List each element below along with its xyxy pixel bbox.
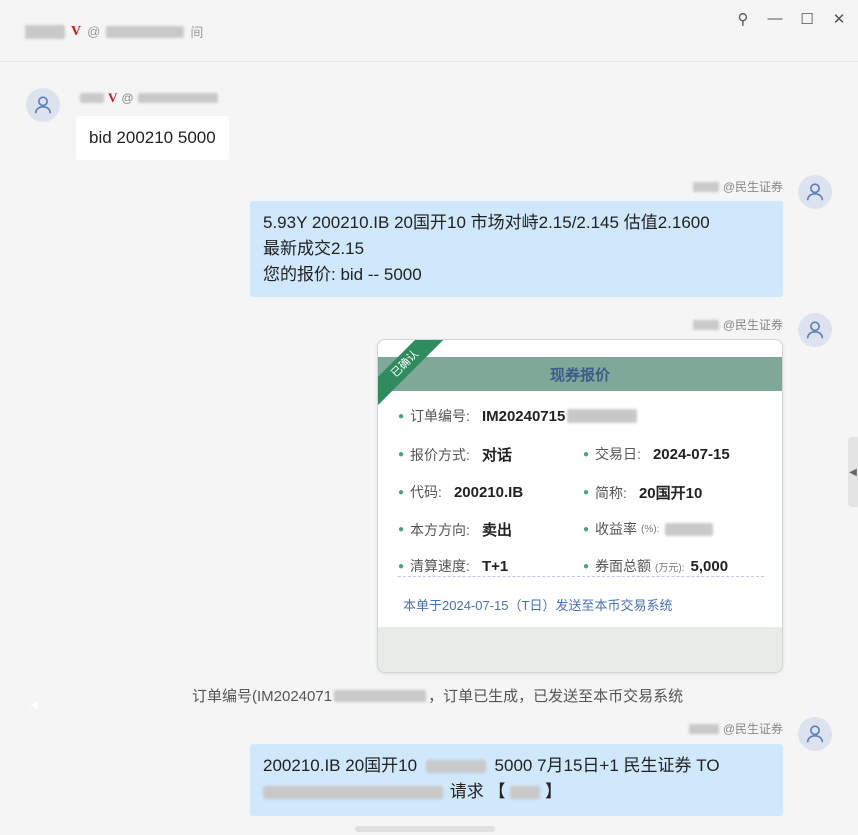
title-bar: V @ 间 ⚲ — ☐ ✕ <box>0 0 858 62</box>
message-line: 请求 【 】 <box>263 779 770 805</box>
redacted-name <box>692 181 719 192</box>
sender-org: @民生证券 <box>722 180 783 194</box>
yield-field: ● 收益率 (%): <box>583 519 714 539</box>
chat-title: V @ 间 <box>25 22 203 41</box>
bullet-icon: ● <box>583 448 590 460</box>
bullet-icon: ● <box>583 560 590 572</box>
user-icon <box>34 96 52 114</box>
redacted-handle <box>106 25 185 38</box>
close-icon[interactable]: ✕ <box>830 10 848 28</box>
card-footer <box>378 627 782 672</box>
card-title: 现券报价 <box>378 357 782 391</box>
message-sender: @民生证券 <box>688 720 783 737</box>
settlement-speed-field: ● 清算速度: T+1 <box>398 557 509 575</box>
redacted-price <box>425 760 486 774</box>
bond-quote-card[interactable]: 现券报价 已确认 ● 订单编号: IM20240715 ● 报价方式: 对话 ●… <box>377 339 783 673</box>
user-icon <box>806 725 824 743</box>
user-icon <box>806 321 824 339</box>
message-bubble: 5.93Y 200210.IB 20国开10 市场对峙2.15/2.145 估值… <box>250 201 783 297</box>
bullet-icon: ● <box>398 449 405 460</box>
message-sender: @民生证券 <box>692 316 783 333</box>
message-line: 最新成交2.15 <box>263 239 365 258</box>
redacted-name <box>80 93 104 103</box>
card-note: 本单于2024-07-15（T日）发送至本币交易系统 <box>403 598 673 613</box>
message-sender: V @ <box>80 90 218 106</box>
face-amount-field: ● 券面总额 (万元): 5,000 <box>583 557 729 575</box>
bullet-icon: ● <box>398 560 405 572</box>
card-divider <box>398 576 764 577</box>
redacted-name <box>25 24 65 39</box>
left-arrow-icon[interactable]: ◀ <box>30 700 38 711</box>
message-line: 您的报价: bid -- 5000 <box>263 265 422 284</box>
verified-v-icon: V <box>71 23 82 39</box>
message-line: 200210.IB 20国开10 5000 7月15日+1 民生证券 TO <box>263 756 720 775</box>
title-suffix: 间 <box>190 25 204 40</box>
avatar[interactable] <box>798 175 832 209</box>
pin-icon[interactable]: ⚲ <box>734 10 752 28</box>
redacted-handle <box>137 93 218 103</box>
message-text: bid 200210 5000 <box>89 128 216 147</box>
redacted-tag <box>510 786 541 800</box>
redacted-counterparty <box>263 786 443 800</box>
redacted-order-tail <box>567 409 638 423</box>
sender-org: @民生证券 <box>722 318 783 332</box>
side-panel-toggle[interactable]: ◀ <box>848 437 858 507</box>
maximize-icon[interactable]: ☐ <box>798 10 816 28</box>
title-at: @ <box>87 24 101 39</box>
avatar[interactable] <box>26 88 60 122</box>
sender-at: @ <box>121 91 134 105</box>
direction-field: ● 本方方向: 卖出 <box>398 521 512 540</box>
order-number-field: ● 订单编号: IM20240715 <box>398 406 638 426</box>
scroll-handle[interactable] <box>355 826 495 832</box>
minimize-icon[interactable]: — <box>766 10 784 28</box>
message-bubble: bid 200210 5000 <box>76 116 229 160</box>
trade-date-field: ● 交易日: 2024-07-15 <box>583 445 730 463</box>
avatar[interactable] <box>798 313 832 347</box>
redacted-name <box>688 723 719 734</box>
system-message: 订单编号(IM2024071 ，订单已生成，已发送至本币交易系统 <box>192 688 684 705</box>
order-number: IM20240715 <box>481 407 566 425</box>
code-field: ● 代码: 200210.IB <box>398 483 524 501</box>
bullet-icon: ● <box>583 523 590 535</box>
bullet-icon: ● <box>398 524 405 535</box>
bullet-icon: ● <box>583 487 590 498</box>
verified-v-icon: V <box>108 90 118 105</box>
short-name-field: ● 简称: 20国开10 <box>583 484 703 503</box>
quote-method-field: ● 报价方式: 对话 <box>398 446 512 465</box>
bullet-icon: ● <box>398 486 405 498</box>
bullet-icon: ● <box>398 410 405 422</box>
sender-org: @民生证券 <box>722 722 783 736</box>
message-line: 5.93Y 200210.IB 20国开10 市场对峙2.15/2.145 估值… <box>263 213 710 232</box>
redacted-name <box>692 319 719 330</box>
redacted-order-tail <box>334 689 427 702</box>
user-icon <box>806 183 824 201</box>
redacted-yield <box>665 522 714 536</box>
message-sender: @民生证券 <box>692 178 783 195</box>
window-controls: ⚲ — ☐ ✕ <box>734 10 848 28</box>
avatar[interactable] <box>798 717 832 751</box>
message-bubble: 200210.IB 20国开10 5000 7月15日+1 民生证券 TO 请求… <box>250 744 783 816</box>
